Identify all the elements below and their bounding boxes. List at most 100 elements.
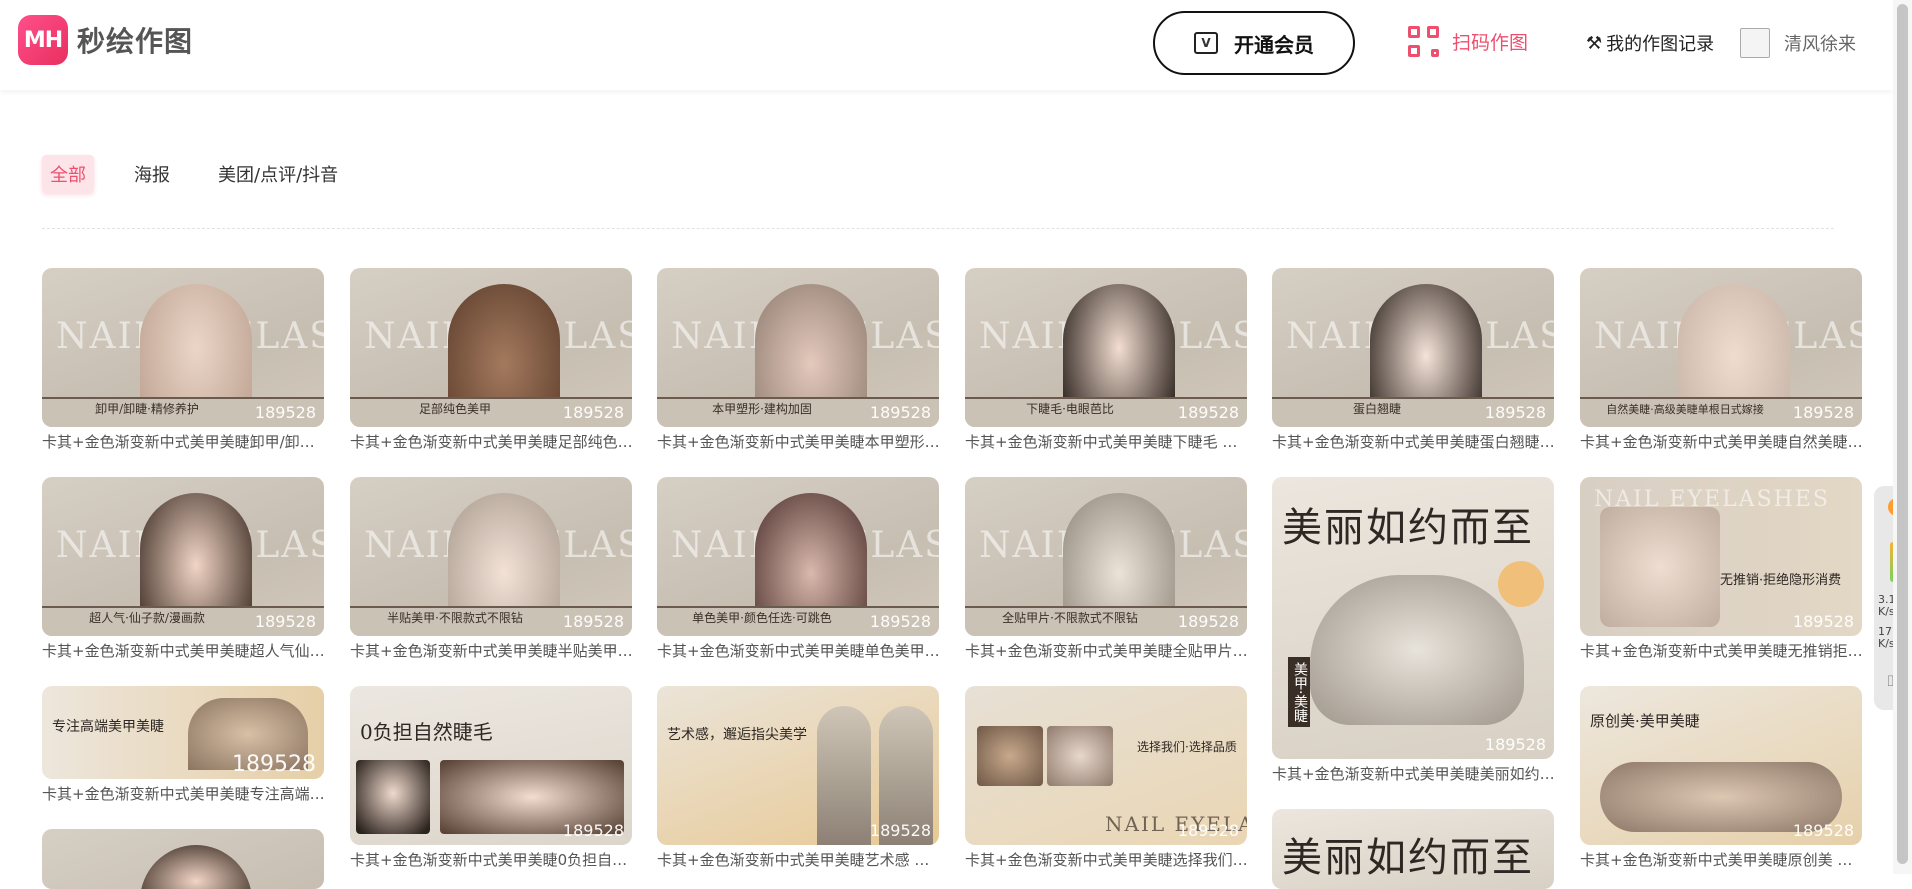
watermark-number: 189528 bbox=[562, 821, 624, 840]
thumbnail-caption: 选择我们·选择品质 bbox=[1137, 740, 1237, 754]
watermark-number: 189528 bbox=[232, 752, 316, 777]
template-card[interactable]: NAIL EYELASHES 卸甲/卸睫·精修养护 189528 卡其+金色渐变… bbox=[42, 268, 324, 452]
template-card[interactable]: NAIL EYELASHES 本甲塑形·建构加固 189528 卡其+金色渐变新… bbox=[657, 268, 939, 452]
open-vip-button[interactable]: V 开通会员 bbox=[1153, 11, 1355, 75]
template-card[interactable]: NAIL EYELASHES 自然美睫·高级美睫单根日式嫁接 189528 卡其… bbox=[1580, 268, 1862, 452]
poster-headline: 美丽如约而至 bbox=[1282, 505, 1534, 551]
template-card[interactable]: NAIL EYELASHES 蛋白翘睫 189528 卡其+金色渐变新中式美甲美… bbox=[1272, 268, 1554, 452]
nail-art-photo bbox=[1310, 575, 1524, 725]
template-thumbnail: NAIL EYELASHES 超人气·仙子款/漫画款 189528 bbox=[42, 477, 324, 636]
thumbnail-caption: 下睫毛·电眼芭比 bbox=[1026, 402, 1114, 416]
watermark-number: 189528 bbox=[869, 612, 931, 631]
qr-code-icon bbox=[1408, 26, 1439, 57]
records-label: 我的作图记录 bbox=[1606, 34, 1715, 55]
template-title: 卡其+金色渐变新中式美甲美睫蛋白翘睫… bbox=[1272, 433, 1554, 451]
template-card[interactable]: NAIL EYELASHES 半贴美甲·不限款式不限钻 189528 卡其+金色… bbox=[350, 477, 632, 661]
scan-to-design-link[interactable]: 扫码作图 bbox=[1408, 26, 1528, 57]
tab-meituan-dianping-douyin[interactable]: 美团/点评/抖音 bbox=[210, 155, 346, 193]
watermark-number: 189528 bbox=[1792, 403, 1854, 422]
template-title: 卡其+金色渐变新中式美甲美睫足部纯色… bbox=[350, 433, 632, 451]
nail-art-photo bbox=[1600, 507, 1720, 627]
side-tag: 美甲·美睫 bbox=[1288, 657, 1310, 727]
watermark-number: 189528 bbox=[1177, 821, 1239, 840]
template-card[interactable]: NAIL EYELASHES 超人气·仙子款/漫画款 189528 卡其+金色渐… bbox=[42, 477, 324, 661]
watermark-number: 189528 bbox=[1792, 612, 1854, 631]
template-title: 卡其+金色渐变新中式美甲美睫卸甲/卸… bbox=[42, 433, 315, 451]
thumbnail-caption: 原创美·美甲美睫 bbox=[1590, 712, 1700, 730]
template-card[interactable]: NAIL EYELASHES 全贴甲片·不限款式不限钻 189528 卡其+金色… bbox=[965, 477, 1247, 661]
template-card[interactable]: 美丽如约而至 美甲·美睫 189528 卡其+金色渐变新中式美甲美睫美丽如约… bbox=[1272, 477, 1554, 784]
template-title: 卡其+金色渐变新中式美甲美睫专注高端… bbox=[42, 785, 324, 803]
logo[interactable]: MH 秒绘作图 bbox=[18, 15, 193, 65]
template-card[interactable]: NAIL EYELASHES 下睫毛·电眼芭比 189528 卡其+金色渐变新中… bbox=[965, 268, 1247, 452]
template-card[interactable]: 美丽如约而至 bbox=[1272, 809, 1554, 889]
template-thumbnail: 美丽如约而至 美甲·美睫 189528 bbox=[1272, 477, 1554, 759]
photo-arch bbox=[140, 845, 252, 889]
scrollbar-thumb[interactable] bbox=[1897, 4, 1908, 864]
thumbnail-caption: 足部纯色美甲 bbox=[418, 402, 491, 416]
template-thumbnail: 专注高端美甲美睫 189528 bbox=[42, 686, 324, 779]
thumbnail-caption: 超人气·仙子款/漫画款 bbox=[89, 611, 205, 625]
watermark-number: 189528 bbox=[254, 612, 316, 631]
template-thumbnail: NAIL EYELASHES 全贴甲片·不限款式不限钻 189528 bbox=[965, 477, 1247, 636]
category-tabs: 全部 海报 美团/点评/抖音 bbox=[42, 155, 378, 193]
template-card[interactable]: 选择我们·选择品质 NAIL EYELASHES 189528 卡其+金色渐变新… bbox=[965, 686, 1247, 870]
template-thumbnail bbox=[42, 829, 324, 889]
poster-headline: 美丽如约而至 bbox=[1282, 835, 1534, 881]
scan-label: 扫码作图 bbox=[1452, 32, 1529, 54]
template-title: 卡其+金色渐变新中式美甲美睫全贴甲片… bbox=[965, 642, 1247, 660]
nail-art-photo bbox=[817, 706, 871, 845]
template-card[interactable]: 艺术感，邂逅指尖美学 189528 卡其+金色渐变新中式美甲美睫艺术感 … bbox=[657, 686, 939, 870]
watermark-number: 189528 bbox=[254, 403, 316, 422]
thumbnail-caption: 蛋白翘睫 bbox=[1352, 402, 1401, 416]
template-card[interactable]: NAIL EYELASHES 单色美甲·颜色任选·可跳色 189528 卡其+金… bbox=[657, 477, 939, 661]
template-thumbnail: NAIL EYELASHES 本甲塑形·建构加固 189528 bbox=[657, 268, 939, 427]
avatar[interactable] bbox=[1740, 28, 1770, 58]
template-thumbnail: NAIL EYELASHES 半贴美甲·不限款式不限钻 189528 bbox=[350, 477, 632, 636]
template-thumbnail: 选择我们·选择品质 NAIL EYELASHES 189528 bbox=[965, 686, 1247, 845]
template-thumbnail: NAIL EYELASHES 卸甲/卸睫·精修养护 189528 bbox=[42, 268, 324, 427]
template-thumbnail: NAIL EYELASHES 足部纯色美甲 189528 bbox=[350, 268, 632, 427]
thumbnail-caption: 0负担自然睫毛 bbox=[360, 720, 493, 744]
logo-badge: MH bbox=[18, 15, 68, 65]
vertical-scrollbar[interactable] bbox=[1893, 0, 1912, 874]
tab-all[interactable]: 全部 bbox=[42, 155, 94, 193]
tab-poster[interactable]: 海报 bbox=[126, 155, 178, 193]
thumbnail-caption: 本甲塑形·建构加固 bbox=[712, 402, 812, 416]
thumbnail-caption: 专注高端美甲美睫 bbox=[52, 719, 164, 735]
watermark-number: 189528 bbox=[1177, 403, 1239, 422]
template-card[interactable]: 0负担自然睫毛 189528 卡其+金色渐变新中式美甲美睫0负担自… bbox=[350, 686, 632, 870]
template-title: 卡其+金色渐变新中式美甲美睫半贴美甲… bbox=[350, 642, 632, 660]
watermark-number: 189528 bbox=[1484, 735, 1546, 754]
template-card[interactable]: NAIL EYELASHES 足部纯色美甲 189528 卡其+金色渐变新中式美… bbox=[350, 268, 632, 452]
vip-button-label: 开通会员 bbox=[1234, 32, 1314, 57]
template-title: 卡其+金色渐变新中式美甲美睫美丽如约… bbox=[1272, 765, 1554, 783]
watermark-number: 189528 bbox=[1484, 403, 1546, 422]
watermark-number: 189528 bbox=[869, 403, 931, 422]
template-title: 卡其+金色渐变新中式美甲美睫单色美甲… bbox=[657, 642, 939, 660]
template-thumbnail: 0负担自然睫毛 189528 bbox=[350, 686, 632, 845]
watermark-number: 189528 bbox=[1177, 612, 1239, 631]
my-records-link[interactable]: ⚒ 我的作图记录 bbox=[1586, 30, 1714, 56]
template-card[interactable] bbox=[42, 829, 324, 889]
template-thumbnail: NAIL EYELASHES 自然美睫·高级美睫单根日式嫁接 189528 bbox=[1580, 268, 1862, 427]
template-card[interactable]: 原创美·美甲美睫 189528 卡其+金色渐变新中式美甲美睫原创美 … bbox=[1580, 686, 1862, 870]
thumbnail-caption: 全贴甲片·不限款式不限钻 bbox=[1002, 611, 1138, 625]
template-title: 卡其+金色渐变新中式美甲美睫选择我们… bbox=[965, 851, 1247, 869]
template-title: 卡其+金色渐变新中式美甲美睫无推销拒… bbox=[1580, 642, 1862, 660]
tools-icon: ⚒ bbox=[1586, 32, 1603, 54]
template-card[interactable]: NAIL EYELASHES 无推销·拒绝隐形消费 189528 卡其+金色渐变… bbox=[1580, 477, 1862, 661]
user-menu[interactable]: 清风徐来 bbox=[1740, 28, 1856, 58]
sun-decoration bbox=[1498, 561, 1544, 607]
template-thumbnail: 原创美·美甲美睫 189528 bbox=[1580, 686, 1862, 845]
template-title: 卡其+金色渐变新中式美甲美睫下睫毛 … bbox=[965, 433, 1238, 451]
template-title: 卡其+金色渐变新中式美甲美睫超人气仙… bbox=[42, 642, 324, 660]
template-thumbnail: NAIL EYELASHES 下睫毛·电眼芭比 189528 bbox=[965, 268, 1247, 427]
nail-art-photo bbox=[1047, 726, 1113, 786]
user-name: 清风徐来 bbox=[1784, 34, 1856, 55]
shopping-bag-icon: V bbox=[1194, 32, 1218, 54]
nail-art-photo bbox=[977, 726, 1043, 786]
top-header: MH 秒绘作图 V 开通会员 扫码作图 ⚒ 我的作图记录 清风徐来 bbox=[0, 0, 1893, 90]
template-card[interactable]: 专注高端美甲美睫 189528 卡其+金色渐变新中式美甲美睫专注高端… bbox=[42, 686, 324, 804]
thumbnail-caption: 艺术感，邂逅指尖美学 bbox=[667, 727, 807, 743]
